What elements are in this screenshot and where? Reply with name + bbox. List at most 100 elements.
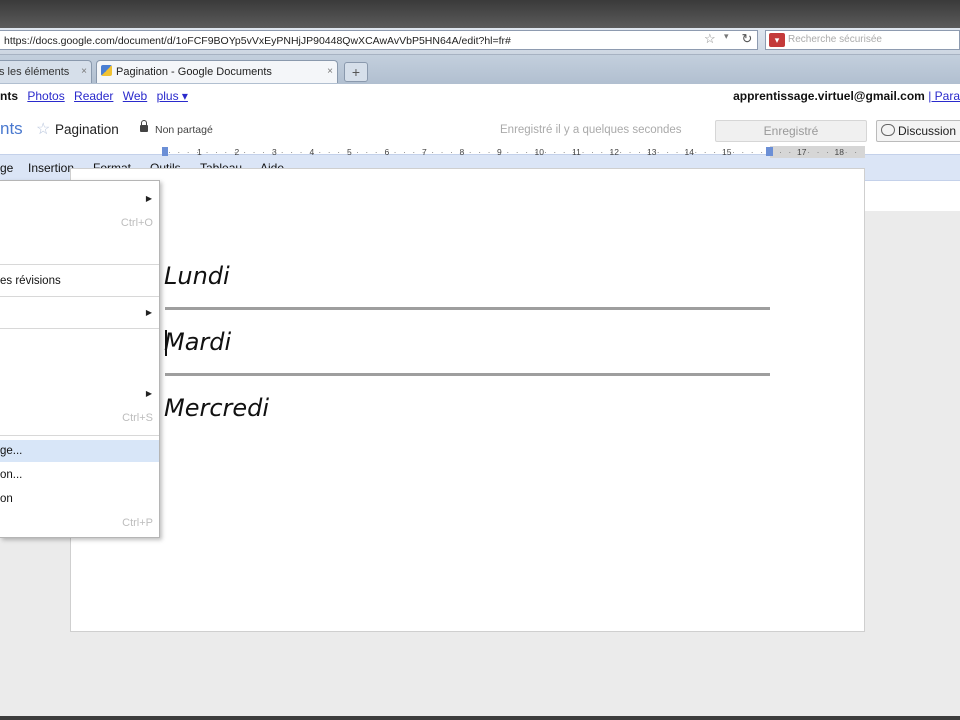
ruler-minor-tick: · (327, 147, 331, 157)
ruler-minor-tick: · (459, 147, 463, 157)
ruler-minor-tick: · (186, 147, 190, 157)
menu-item-label: on... (0, 469, 23, 481)
ruler-minor-tick: · (233, 147, 237, 157)
close-tab-icon[interactable]: × (327, 61, 333, 83)
ruler-minor-tick: · (224, 147, 228, 157)
ruler-minor-tick: · (421, 147, 425, 157)
tab-strip: s les éléments × Pagination - Google Doc… (0, 55, 960, 85)
right-indent-marker[interactable] (766, 147, 773, 156)
menu-item-print-preview[interactable]: on (0, 488, 159, 510)
ruler-minor-tick: · (299, 147, 303, 157)
ruler-minor-tick: · (468, 147, 472, 157)
address-bar[interactable]: https://docs.google.com/document/d/1oFCF… (0, 30, 758, 50)
doc-text-line[interactable]: Mercredi (164, 394, 269, 422)
ruler-minor-tick: · (271, 147, 275, 157)
ruler-minor-tick: · (356, 147, 359, 157)
menu-item-revisions[interactable]: es révisions (0, 270, 159, 292)
tab-pagination[interactable]: Pagination - Google Documents × (96, 60, 338, 83)
menu-item-new[interactable]: ▶ (0, 188, 159, 210)
ruler-minor-tick: · (750, 147, 754, 157)
menu-shortcut: Ctrl+P (122, 517, 153, 529)
ruler-minor-tick: · (779, 147, 782, 157)
search-engine-icon[interactable]: ▾ (769, 33, 785, 47)
menu-item-language[interactable]: ▶ (0, 383, 159, 405)
ruler-minor-tick: · (525, 147, 529, 157)
ruler-minor-tick: · (619, 147, 623, 157)
ruler-minor-tick: · (177, 147, 181, 157)
ruler-minor-tick: · (703, 147, 707, 157)
ruler-minor-tick: · (346, 147, 350, 157)
menu-item-label: es révisions (0, 275, 61, 287)
doc-title[interactable]: Pagination (55, 122, 119, 137)
submenu-arrow-icon: ▶ (145, 389, 152, 398)
chat-bubble-icon (881, 124, 895, 136)
app-logo[interactable]: nts (0, 119, 23, 139)
ruler-minor-tick: · (694, 147, 698, 157)
file-menu-dropdown: ▶ Ctrl+O es révisions ▶ ▶ Ctrl+S ge... o… (0, 180, 160, 538)
ruler-minor-tick: · (638, 147, 641, 157)
ruler-minor-tick: · (581, 147, 585, 157)
search-input[interactable]: ▾ Recherche sécurisée (765, 30, 960, 50)
google-bar: nts Photos Reader Web plus ▾ apprentissa… (0, 84, 960, 108)
doc-text-line[interactable]: Lundi (164, 262, 230, 290)
left-indent-marker[interactable] (162, 147, 168, 156)
ruler-minor-tick: · (844, 147, 848, 157)
gbar-item-more[interactable]: plus ▾ (157, 89, 188, 103)
discussion-button[interactable]: Discussion (876, 120, 960, 142)
ruler-minor-tick: · (628, 147, 632, 157)
ruler-minor-tick: · (450, 147, 453, 157)
save-status: Enregistré il y a quelques secondes (500, 124, 682, 136)
ruler-minor-tick: · (487, 147, 491, 157)
menu-divider (0, 435, 159, 436)
ruler-minor-tick: · (854, 147, 858, 157)
bookmark-star-icon[interactable]: ☆ (704, 31, 716, 47)
gbar-item-photos[interactable]: Photos (27, 89, 64, 103)
menu-edit[interactable]: ge (0, 161, 13, 175)
ruler-minor-tick: · (562, 147, 566, 157)
ruler-minor-tick: · (675, 147, 679, 157)
menu-item-save[interactable]: Ctrl+S (0, 407, 159, 429)
account-email[interactable]: apprentissage.virtuel@gmail.com (733, 89, 925, 103)
ruler-minor-tick: · (732, 147, 735, 157)
ruler-minor-tick: · (215, 147, 218, 157)
ruler-minor-tick: · (572, 147, 576, 157)
ruler-minor-tick: · (196, 147, 200, 157)
ruler-minor-tick: · (713, 147, 717, 157)
close-tab-icon[interactable]: × (81, 61, 87, 83)
horizontal-rule (165, 307, 770, 310)
ruler-minor-tick: · (252, 147, 256, 157)
gbar-item-reader[interactable]: Reader (74, 89, 113, 103)
menu-insert[interactable]: Insertion (28, 161, 74, 175)
saved-button[interactable]: Enregistré (715, 120, 867, 142)
menu-shortcut: Ctrl+O (120, 217, 153, 229)
ruler-minor-tick: · (835, 147, 839, 157)
ruler-minor-tick: · (309, 147, 312, 157)
ruler-minor-tick: · (318, 147, 322, 157)
ruler-minor-tick: · (591, 147, 594, 157)
reload-icon[interactable]: ↻ (737, 30, 757, 48)
gbar-item-documents[interactable]: nts (0, 89, 18, 103)
ruler[interactable]: 1 2 3 4 5 6 7 8 9 10 11 12 13 14 15 17 18 · · · · · · · · · · · · · · ·… (160, 145, 865, 159)
history-dropdown-icon[interactable]: ▾ (724, 31, 729, 42)
doc-text-line[interactable]: Mardi (164, 328, 231, 356)
ruler-minor-tick: · (807, 147, 811, 157)
tab-label: s les éléments (0, 66, 70, 78)
ruler-minor-tick: · (431, 147, 435, 157)
menu-divider (0, 296, 159, 297)
menu-item-download[interactable]: ▶ (0, 302, 159, 324)
discussion-label: Discussion (898, 124, 957, 138)
star-icon[interactable]: ☆ (36, 119, 50, 139)
search-placeholder: Recherche sécurisée (788, 34, 882, 45)
ruler-minor-tick: · (384, 147, 388, 157)
menu-item-page-setup[interactable]: ge... (0, 440, 159, 462)
ruler-minor-tick: · (365, 147, 369, 157)
new-tab-button[interactable]: + (344, 62, 368, 82)
settings-link[interactable]: | Para (928, 89, 960, 103)
menu-item-print[interactable]: Ctrl+P (0, 512, 159, 534)
menu-item-open[interactable]: Ctrl+O (0, 212, 159, 234)
menu-item-print-settings[interactable]: on... (0, 464, 159, 486)
menu-divider (0, 264, 159, 265)
tab-all-items[interactable]: s les éléments × (0, 60, 92, 83)
horizontal-rule (165, 373, 770, 376)
gbar-item-web[interactable]: Web (123, 89, 147, 103)
